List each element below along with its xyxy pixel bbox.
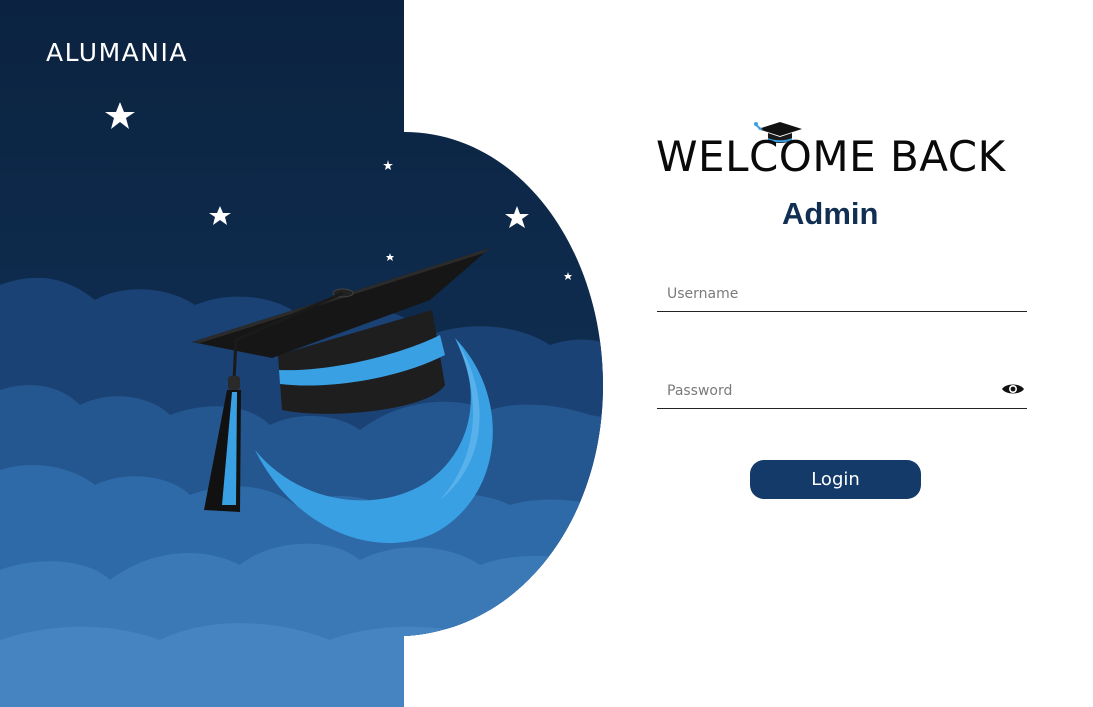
username-field-wrapper bbox=[657, 276, 1027, 312]
username-input[interactable] bbox=[657, 276, 1027, 311]
brand-logo-text: ALUMANIA bbox=[46, 38, 188, 67]
login-page: ALUMANIA WELCOME BACK Admin Login bbox=[0, 0, 1093, 707]
role-subtitle: Admin bbox=[782, 196, 879, 231]
password-field-wrapper bbox=[657, 373, 1027, 409]
password-input[interactable] bbox=[657, 373, 1027, 408]
eye-icon[interactable] bbox=[1001, 382, 1025, 396]
login-button[interactable]: Login bbox=[750, 460, 921, 499]
page-title: WELCOME BACK bbox=[656, 132, 1006, 181]
night-sky-illustration bbox=[0, 0, 1093, 707]
